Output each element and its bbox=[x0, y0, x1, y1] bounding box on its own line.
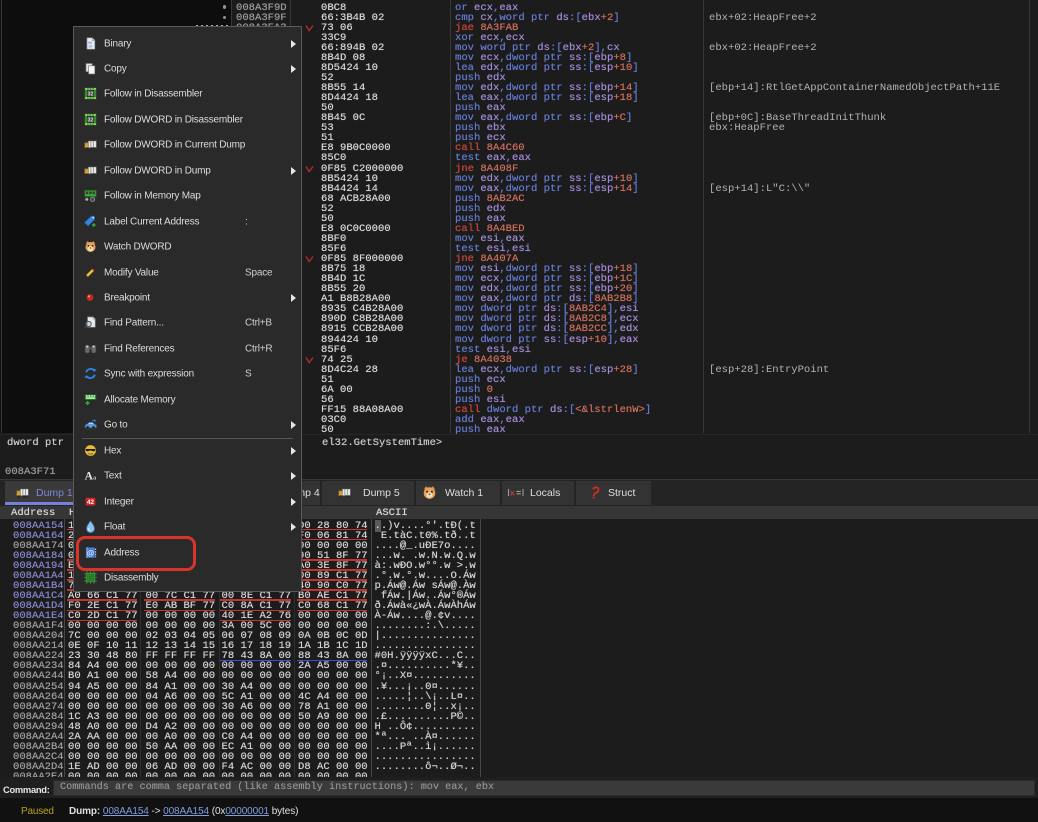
svg-text:32: 32 bbox=[88, 117, 94, 123]
svg-text:32: 32 bbox=[88, 92, 94, 98]
svg-text:10: 10 bbox=[88, 45, 92, 49]
svg-text:@: @ bbox=[90, 197, 95, 202]
svg-text:x: x bbox=[510, 488, 515, 498]
svg-text:42: 42 bbox=[87, 499, 94, 506]
svg-text:a: a bbox=[93, 475, 97, 482]
